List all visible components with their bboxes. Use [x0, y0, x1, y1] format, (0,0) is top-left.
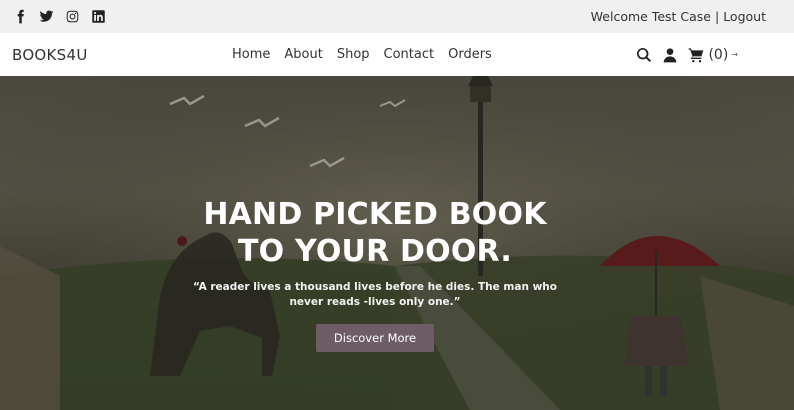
auth-links: Welcome Test Case | Logout — [591, 9, 766, 24]
cart-count: (0) — [708, 46, 729, 63]
facebook-icon[interactable] — [12, 9, 28, 25]
hero-title-line-1: HAND PICKED BOOK — [203, 197, 547, 232]
discover-more-button[interactable]: Discover More — [315, 324, 435, 352]
cart-icon — [688, 47, 704, 63]
separator: | — [714, 9, 720, 24]
nav-link-contact[interactable]: Contact — [384, 47, 435, 62]
brand-logo[interactable]: BOOKS4U — [12, 46, 212, 64]
nav-links: Home About Shop Contact Orders — [232, 47, 492, 62]
hero-content: HAND PICKED BOOK TO YOUR DOOR. “A reader… — [0, 196, 750, 352]
nav-link-shop[interactable]: Shop — [337, 47, 370, 62]
logout-link[interactable]: Logout — [723, 9, 766, 24]
main-navbar: BOOKS4U Home About Shop Contact Orders (… — [0, 33, 794, 76]
cart-button[interactable]: (0) → — [688, 47, 738, 63]
top-bar: Welcome Test Case | Logout — [0, 0, 794, 33]
user-icon[interactable] — [662, 47, 678, 63]
nav-link-orders[interactable]: Orders — [448, 47, 492, 62]
twitter-icon[interactable] — [38, 9, 54, 25]
nav-link-about[interactable]: About — [284, 47, 322, 62]
cart-arrow-icon: → — [731, 50, 738, 59]
hero-banner: HAND PICKED BOOK TO YOUR DOOR. “A reader… — [0, 76, 794, 410]
social-links — [12, 9, 106, 25]
linkedin-icon[interactable] — [90, 9, 106, 25]
search-icon[interactable] — [636, 47, 652, 63]
hero-title: HAND PICKED BOOK TO YOUR DOOR. — [0, 196, 750, 270]
welcome-text: Welcome Test Case — [590, 9, 711, 24]
nav-icons: (0) → — [636, 47, 738, 63]
hero-quote: “A reader lives a thousand lives before … — [193, 281, 557, 308]
nav-link-home[interactable]: Home — [232, 47, 270, 62]
instagram-icon[interactable] — [64, 9, 80, 25]
hero-title-line-2: TO YOUR DOOR. — [237, 234, 513, 269]
